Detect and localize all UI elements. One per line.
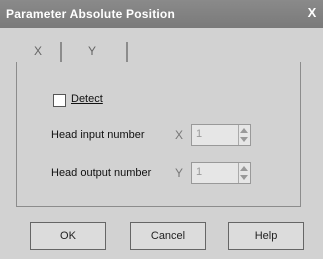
head-input-spin-buttons[interactable] bbox=[238, 125, 250, 145]
tab-divider bbox=[126, 42, 128, 62]
title-bar: Parameter Absolute Position X bbox=[0, 0, 323, 28]
detect-checkbox[interactable] bbox=[53, 94, 66, 107]
tab-x[interactable]: X bbox=[18, 38, 58, 64]
head-output-label: Head output number bbox=[51, 167, 152, 179]
head-input-label: Head input number bbox=[51, 129, 145, 141]
tab-y[interactable]: Y bbox=[60, 38, 124, 64]
spin-down-icon[interactable] bbox=[240, 137, 248, 142]
head-input-value[interactable]: 1 bbox=[196, 128, 202, 140]
spin-up-icon[interactable] bbox=[240, 128, 248, 133]
help-button[interactable]: Help bbox=[228, 222, 304, 250]
window-title: Parameter Absolute Position bbox=[6, 7, 175, 21]
cancel-button[interactable]: Cancel bbox=[130, 222, 206, 250]
head-output-spinner[interactable]: 1 bbox=[191, 162, 251, 184]
detect-label[interactable]: Detect bbox=[71, 93, 103, 105]
head-input-row: Head input number X 1 bbox=[17, 124, 300, 146]
head-output-value[interactable]: 1 bbox=[196, 166, 202, 178]
tab-panel: Detect Head input number X 1 Head output… bbox=[16, 62, 301, 207]
head-output-axis-label: Y bbox=[175, 166, 184, 180]
spin-up-icon[interactable] bbox=[240, 166, 248, 171]
ok-button[interactable]: OK bbox=[30, 222, 106, 250]
head-output-spin-buttons[interactable] bbox=[238, 163, 250, 183]
head-output-row: Head output number Y 1 bbox=[17, 162, 300, 184]
spin-down-icon[interactable] bbox=[240, 175, 248, 180]
close-icon[interactable]: X bbox=[305, 6, 319, 20]
axis-tabs: X Y bbox=[18, 38, 148, 64]
parameter-dialog: Parameter Absolute Position X X Y Detect… bbox=[0, 0, 323, 259]
detect-row: Detect bbox=[17, 90, 300, 110]
head-input-axis-label: X bbox=[175, 128, 184, 142]
head-input-spinner[interactable]: 1 bbox=[191, 124, 251, 146]
